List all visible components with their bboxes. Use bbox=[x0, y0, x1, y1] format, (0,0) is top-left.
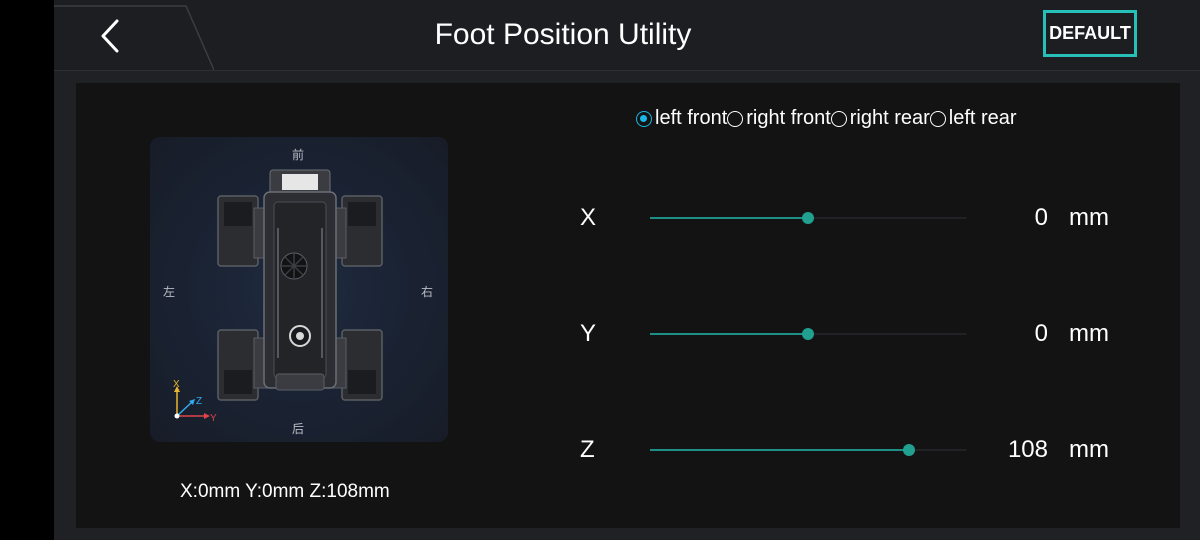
x-slider[interactable] bbox=[650, 212, 966, 224]
radio-left-rear[interactable]: left rear bbox=[929, 107, 1017, 130]
axis-x-label: X bbox=[173, 379, 180, 390]
x-axis-label: X bbox=[580, 204, 597, 231]
leg-selector: left front right front right rear left r… bbox=[636, 107, 1017, 130]
slider-fill bbox=[650, 217, 808, 219]
y-slider[interactable] bbox=[650, 328, 966, 340]
direction-right-label: 右 bbox=[421, 285, 434, 299]
y-slider-row: Y 0 mm bbox=[580, 314, 1140, 354]
coordinates-readout: X:0mm Y:0mm Z:108mm bbox=[180, 481, 390, 502]
chevron-left-icon bbox=[101, 19, 119, 53]
radio-right-front[interactable]: right front bbox=[727, 107, 831, 130]
radio-right-rear[interactable]: right rear bbox=[830, 107, 930, 130]
radio-label: right rear bbox=[849, 107, 930, 129]
left-edge-strip bbox=[0, 0, 54, 540]
y-axis-label: Y bbox=[580, 320, 597, 347]
z-slider[interactable] bbox=[650, 444, 966, 456]
y-value: 0 bbox=[1034, 320, 1048, 347]
back-button[interactable] bbox=[90, 14, 130, 58]
direction-back-label: 后 bbox=[292, 422, 305, 436]
x-slider-row: X 0 mm bbox=[580, 198, 1140, 238]
radio-selected-icon bbox=[636, 110, 652, 127]
z-value: 108 bbox=[1007, 436, 1048, 463]
direction-left-label: 左 bbox=[163, 285, 176, 299]
radio-label: right front bbox=[746, 107, 831, 129]
y-unit: mm bbox=[1069, 320, 1109, 347]
page-title: Foot Position Utility bbox=[434, 18, 692, 51]
axis-z-label: Z bbox=[196, 396, 202, 407]
z-unit: mm bbox=[1069, 436, 1109, 463]
axis-y-label: Y bbox=[210, 413, 217, 424]
radio-unselected-icon bbox=[929, 110, 946, 127]
radio-label: left rear bbox=[948, 107, 1017, 129]
slider-fill bbox=[650, 333, 808, 335]
slider-thumb[interactable] bbox=[802, 212, 814, 224]
direction-front-label: 前 bbox=[292, 148, 305, 162]
x-unit: mm bbox=[1069, 204, 1109, 231]
z-slider-row: Z 108 mm bbox=[580, 430, 1140, 470]
axis-indicator-icon: X Z Y bbox=[173, 379, 217, 424]
slider-fill bbox=[650, 449, 910, 451]
robot-top-view-image bbox=[217, 169, 383, 401]
radio-label: left front bbox=[655, 107, 728, 129]
radio-left-front[interactable]: left front bbox=[636, 107, 727, 130]
radio-unselected-icon bbox=[727, 110, 744, 127]
slider-thumb[interactable] bbox=[802, 328, 814, 340]
z-axis-label: Z bbox=[580, 436, 595, 463]
slider-thumb[interactable] bbox=[903, 444, 916, 456]
radio-unselected-icon bbox=[830, 110, 847, 127]
x-value: 0 bbox=[1034, 204, 1048, 231]
default-button[interactable]: DEFAULT bbox=[1043, 10, 1137, 57]
